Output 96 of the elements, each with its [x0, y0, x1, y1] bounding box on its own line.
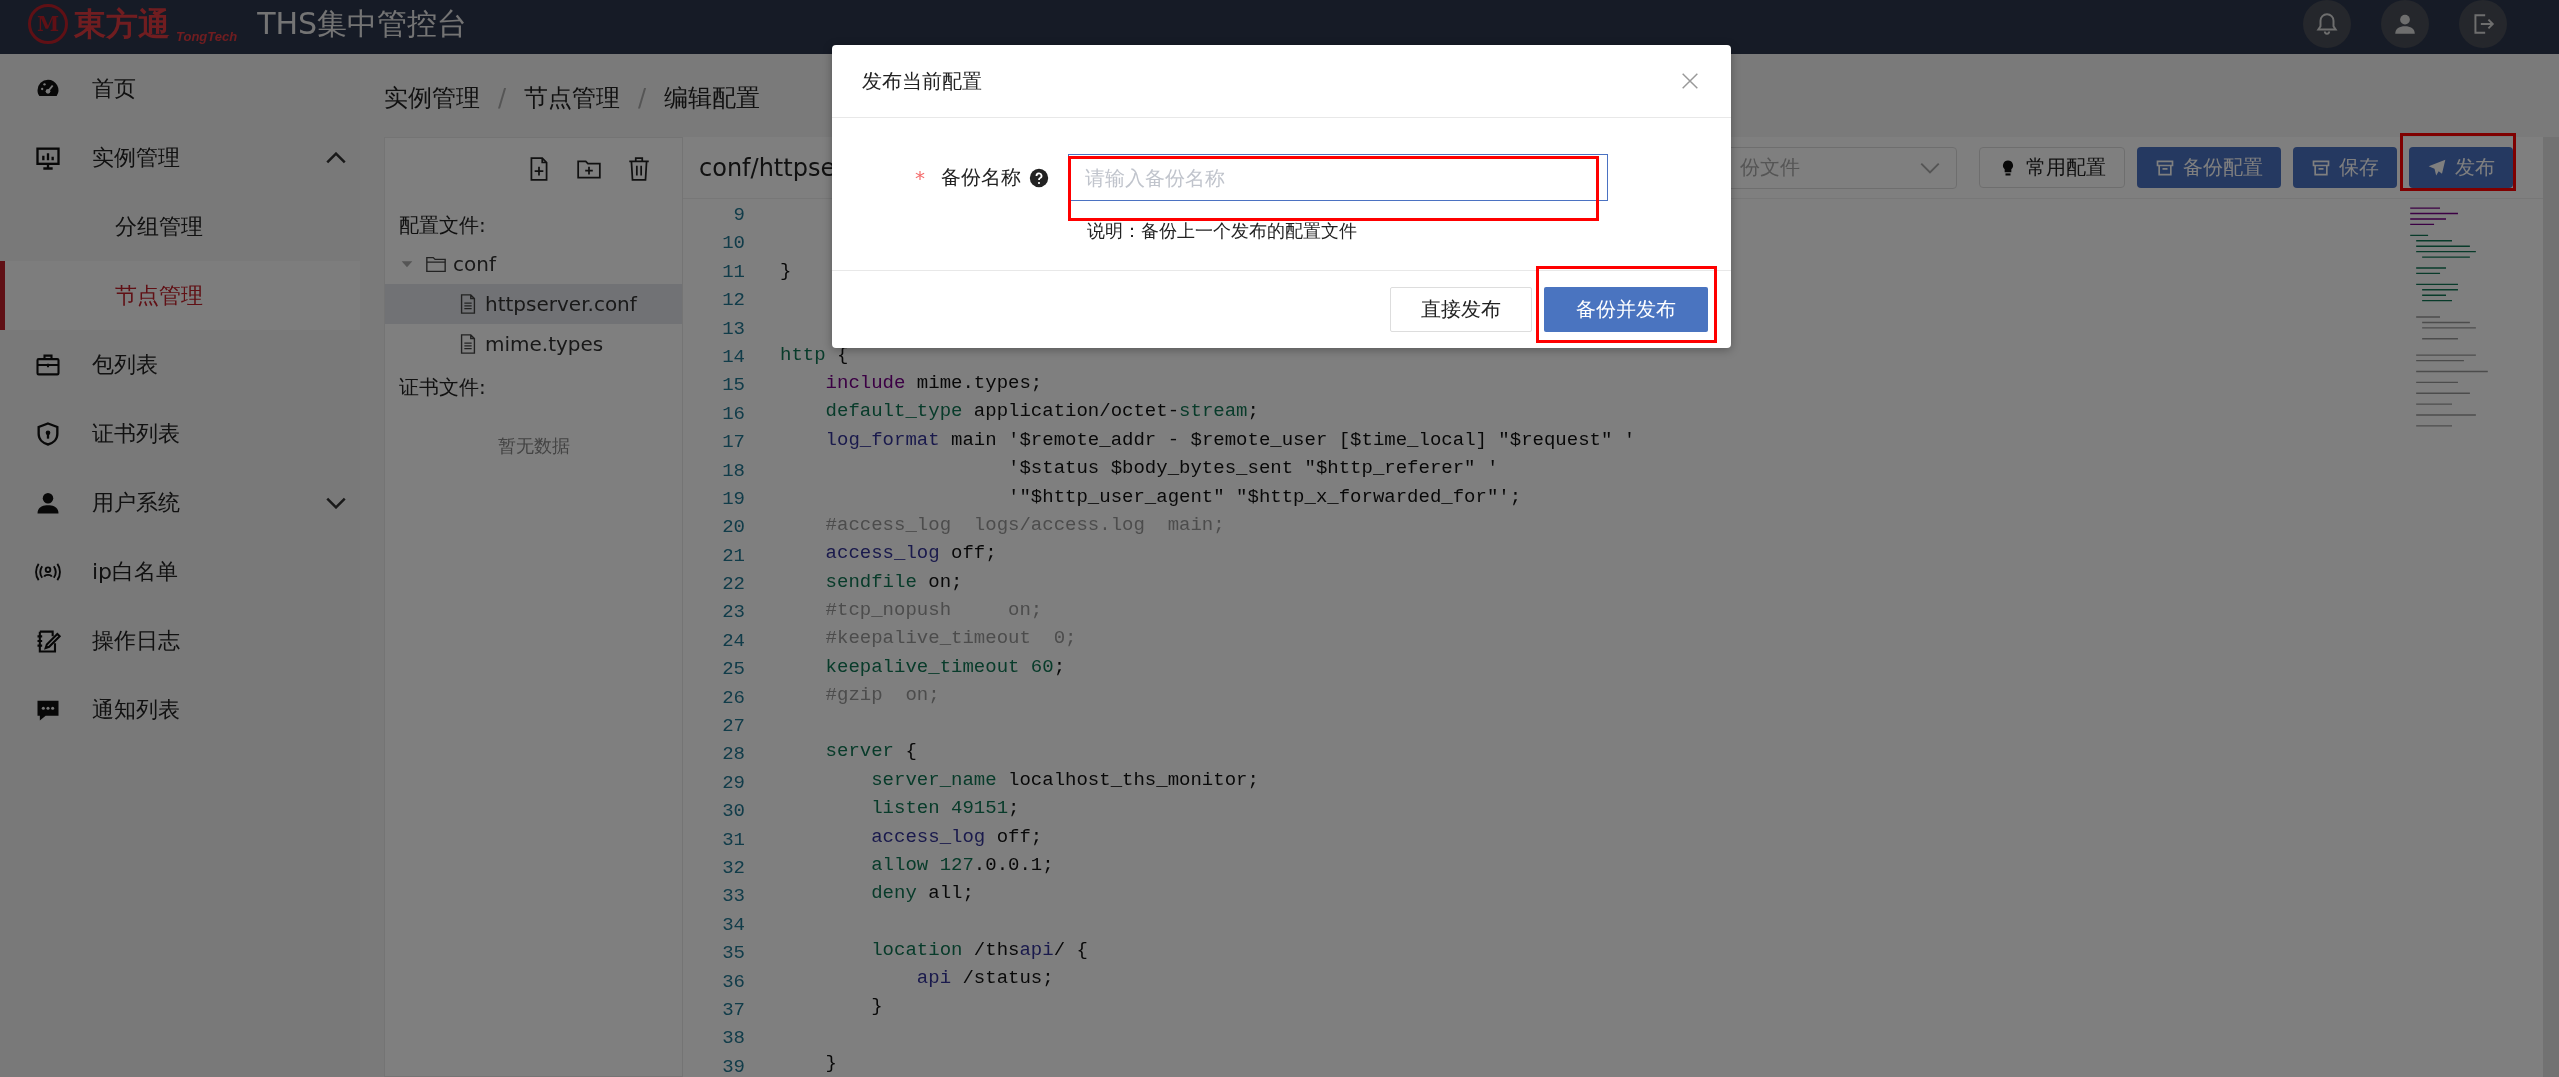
line-number: 32: [721, 856, 745, 881]
sidebar-item[interactable]: 操作日志: [0, 606, 360, 675]
code-line: log_format main '$remote_addr - $remote_user [$time_local] "$request" ': [824, 427, 1637, 453]
toolbar-button[interactable]: 常用配置: [1979, 147, 2125, 188]
code-line: server {: [824, 739, 918, 765]
code-line: allow 127.0.0.1;: [870, 853, 1055, 878]
breadcrumb-separator: /: [638, 83, 647, 112]
line-number: 13: [721, 316, 745, 342]
code-line: sendfile on;: [824, 569, 964, 595]
tree-item[interactable]: httpserver.conf: [385, 284, 682, 324]
empty-text: 暂无数据: [496, 434, 571, 458]
code-line: }: [824, 1050, 838, 1076]
bell-button[interactable]: [2303, 0, 2351, 48]
line-number: 17: [721, 430, 745, 456]
help-icon: [1029, 167, 1049, 188]
line-number: 37: [721, 997, 745, 1023]
code-line: }: [779, 258, 793, 284]
breadcrumb-separator: /: [498, 83, 507, 112]
send-icon: [2427, 157, 2447, 178]
chevron-down-icon: [1920, 161, 1940, 174]
line-number: 15: [721, 373, 745, 399]
sidebar-subitem[interactable]: 节点管理: [0, 261, 360, 330]
trash-icon: [626, 156, 652, 182]
line-number: 23: [721, 600, 745, 626]
code-line: default_type application/octet-stream;: [824, 399, 1260, 425]
line-number: 38: [721, 1026, 745, 1052]
sidebar-item[interactable]: 实例管理: [0, 123, 360, 192]
close-icon: [1679, 70, 1701, 92]
toolbar-button[interactable]: 发布: [2409, 147, 2513, 188]
line-number: 16: [721, 401, 745, 427]
line-number: 31: [721, 827, 745, 853]
breadcrumb-current: 编辑配置: [664, 82, 761, 114]
toolbar-button[interactable]: 保存: [2293, 147, 2397, 188]
line-number: 11: [721, 259, 745, 285]
line-number: 39: [721, 1054, 745, 1077]
tree-item[interactable]: conf: [385, 244, 682, 284]
sidebar-item[interactable]: 包列表: [0, 330, 360, 399]
help-text: 说明：备份上一个发布的配置文件: [1087, 219, 1358, 243]
tree-item[interactable]: mime.types: [385, 324, 682, 364]
file-title: conf/httpse: [699, 153, 836, 182]
breadcrumb-link[interactable]: 节点管理: [524, 81, 621, 114]
line-number: 35: [721, 941, 745, 967]
dialog-button[interactable]: 备份并发布: [1544, 287, 1708, 332]
line-number: 12: [721, 288, 745, 314]
user-button[interactable]: [2381, 0, 2429, 48]
app-title: THS集中管控台: [257, 4, 468, 43]
sidebar-item[interactable]: 用户系统: [0, 468, 360, 537]
section-label: 证书文件:: [398, 374, 487, 401]
code-line: deny all;: [870, 881, 975, 907]
line-number: 14: [721, 344, 745, 370]
close-button[interactable]: [1679, 70, 1701, 92]
logout-button[interactable]: [2459, 0, 2507, 48]
code-line: keepalive_timeout 60;: [824, 654, 1067, 680]
line-number: 29: [721, 770, 745, 796]
code-line: access_log off;: [870, 824, 1044, 850]
bell-icon: [2314, 11, 2340, 37]
sidebar-item[interactable]: 首页: [0, 54, 360, 123]
logo-subtext: TongTech: [176, 29, 238, 44]
toolbar-button[interactable]: 备份配置: [2137, 147, 2281, 188]
line-number: 22: [721, 572, 745, 598]
field-label: 备份名称: [941, 164, 1021, 191]
code-line: server_name localhost_ths_monitor;: [870, 767, 1260, 793]
line-number: 24: [721, 628, 745, 654]
dialog-button[interactable]: 直接发布: [1390, 287, 1532, 332]
line-number: 27: [721, 714, 745, 740]
line-number: 9: [732, 203, 745, 228]
code-line: '$status $body_bytes_sent "$http_referer" ': [1007, 456, 1500, 482]
required-mark: *: [915, 165, 925, 190]
code-line: }: [870, 994, 884, 1020]
breadcrumb-link[interactable]: 实例管理: [384, 81, 480, 114]
line-number: 33: [721, 884, 745, 910]
line-number: 30: [721, 799, 745, 825]
code-line: location /thsapi/ {: [870, 937, 1089, 963]
sidebar-item[interactable]: ip白名单: [0, 537, 360, 606]
line-number: 18: [721, 458, 745, 484]
line-number: 21: [721, 543, 745, 569]
line-number: 20: [721, 515, 745, 541]
dialog-title: 发布当前配置: [862, 67, 982, 95]
line-number: 25: [721, 657, 745, 683]
code-line: access_log off;: [824, 541, 998, 567]
logo-mark: M: [28, 4, 68, 44]
code-line: listen 49151;: [870, 796, 1021, 822]
code-line: api /status;: [915, 966, 1055, 991]
line-number: 10: [721, 231, 745, 257]
line-number: 36: [721, 969, 745, 995]
line-number: 26: [721, 685, 745, 711]
code-line: include mime.types;: [824, 370, 1044, 396]
sidebar-item[interactable]: 通知列表: [0, 675, 360, 744]
section-label: 配置文件:: [398, 212, 487, 239]
logo-text: 東方通: [74, 8, 170, 40]
sidebar-item[interactable]: 证书列表: [0, 399, 360, 468]
line-number: 34: [721, 912, 745, 938]
line-number: 19: [721, 486, 745, 512]
line-number: 28: [721, 742, 745, 768]
sidebar-subitem[interactable]: 分组管理: [0, 192, 360, 261]
code-line: '"$http_user_agent" "$http_x_forwarded_for"';: [1007, 484, 1523, 510]
